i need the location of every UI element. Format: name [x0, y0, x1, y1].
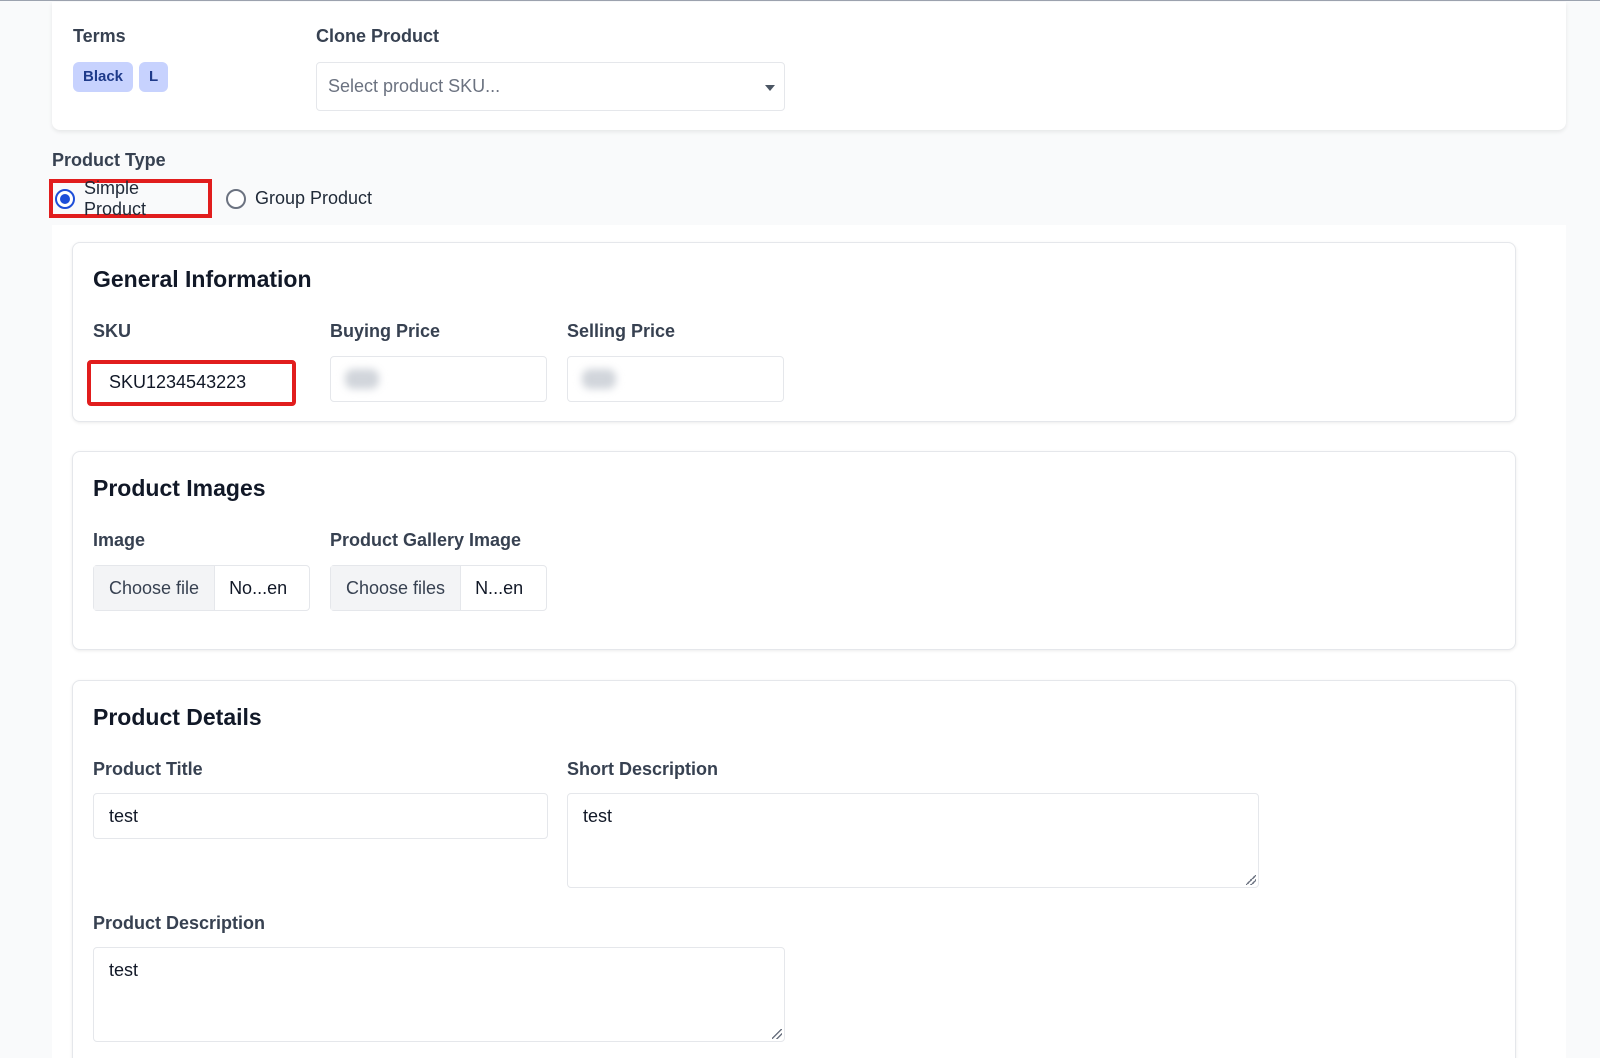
product-title-label: Product Title — [93, 759, 203, 779]
term-tag-l: L — [139, 62, 169, 92]
general-information-section: General Information SKU Buying Price Sel… — [72, 242, 1516, 422]
radio-group-product[interactable] — [226, 188, 246, 209]
radio-option-simple-product[interactable]: Simple Product — [49, 177, 212, 219]
short-description-label: Short Description — [567, 759, 719, 779]
short-description-value: test — [583, 806, 613, 826]
product-description-textarea[interactable]: test — [93, 947, 785, 1042]
product-description-label: Product Description — [93, 913, 266, 933]
product-title-input[interactable]: test — [93, 793, 548, 839]
short-description-textarea[interactable]: test — [567, 793, 1259, 888]
terms-tags: Black L — [73, 62, 169, 92]
buying-price-label: Buying Price — [330, 321, 441, 341]
image-label: Image — [93, 530, 146, 550]
clone-product-select[interactable]: Select product SKU... — [316, 62, 785, 111]
top-divider — [0, 0, 1600, 1]
product-description-value: test — [109, 960, 139, 980]
resize-handle-icon[interactable] — [772, 1029, 782, 1039]
selling-price-redacted — [582, 369, 616, 389]
gallery-file-status: N...en — [475, 577, 524, 598]
radio-label-group-product: Group Product — [255, 188, 373, 208]
buying-price-input[interactable] — [330, 356, 547, 402]
radio-option-group-product[interactable]: Group Product — [222, 179, 376, 218]
product-type-label: Product Type — [52, 150, 166, 170]
sku-input[interactable]: SKU1234543223 — [87, 360, 296, 406]
choose-file-button[interactable]: Choose file — [94, 566, 216, 610]
sku-label: SKU — [93, 321, 132, 341]
selling-price-input[interactable] — [567, 356, 784, 402]
clone-product-placeholder: Select product SKU... — [328, 76, 501, 96]
term-tag-black: Black — [73, 62, 134, 92]
clone-product-label: Clone Product — [316, 26, 440, 46]
selling-price-label: Selling Price — [567, 321, 676, 341]
terms-label: Terms — [73, 26, 126, 46]
radio-simple-product[interactable] — [55, 188, 75, 209]
gallery-image-label: Product Gallery Image — [330, 530, 522, 550]
caret-down-icon — [765, 85, 775, 91]
image-file-status: No...en — [229, 577, 288, 598]
product-details-title: Product Details — [93, 704, 262, 730]
gallery-file-input[interactable]: Choose files N...en — [330, 565, 547, 611]
resize-handle-icon[interactable] — [1246, 875, 1256, 885]
image-file-input[interactable]: Choose file No...en — [93, 565, 310, 611]
product-form-container: General Information SKU Buying Price Sel… — [52, 225, 1566, 1058]
product-type-radio-group: Simple Product Group Product — [49, 177, 376, 219]
product-images-title: Product Images — [93, 475, 266, 501]
product-images-section: Product Images Image Product Gallery Ima… — [72, 451, 1516, 650]
variant-card: Terms Black L Clone Product Select produ… — [52, 2, 1566, 130]
choose-files-button[interactable]: Choose files — [331, 566, 462, 610]
product-details-section: Product Details Product Title Short Desc… — [72, 680, 1516, 1058]
buying-price-redacted — [345, 369, 379, 389]
general-information-title: General Information — [93, 266, 312, 292]
radio-label-simple-product: Simple Product — [84, 177, 147, 219]
